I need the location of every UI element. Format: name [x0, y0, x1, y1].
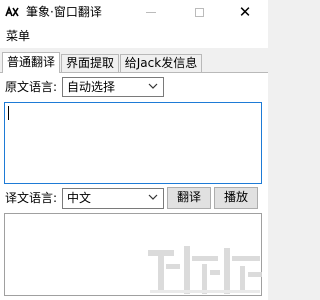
menu-bar: 菜单	[0, 24, 268, 48]
tab-message-jack[interactable]: 给Jack发信息	[120, 54, 202, 73]
target-language-label: 译文语言:	[5, 191, 58, 205]
chevron-down-icon	[148, 83, 158, 89]
source-text-input[interactable]	[4, 102, 262, 184]
watermark-logo-icon	[148, 246, 262, 294]
title-bar[interactable]: 筆象·窗口翻译 ✕	[0, 0, 268, 24]
target-language-select[interactable]: 中文	[62, 188, 164, 209]
close-button[interactable]: ✕	[222, 0, 268, 24]
maximize-icon	[194, 7, 204, 17]
maximize-button[interactable]	[176, 0, 222, 24]
source-language-value: 自动选择	[67, 80, 116, 94]
text-caret	[8, 106, 9, 120]
tab-normal-translate[interactable]: 普通翻译	[2, 52, 60, 73]
app-logo-icon	[5, 5, 19, 19]
source-language-select[interactable]: 自动选择	[62, 77, 164, 97]
close-icon: ✕	[238, 2, 252, 21]
target-language-value: 中文	[67, 191, 92, 205]
source-language-label: 原文语言:	[5, 80, 58, 94]
play-button[interactable]: 播放	[214, 187, 258, 209]
menu-item-menu[interactable]: 菜单	[6, 28, 30, 44]
tab-strip: 普通翻译 界面提取 给Jack发信息	[0, 48, 268, 73]
minimize-button[interactable]	[128, 0, 174, 24]
window-title: 筆象·窗口翻译	[26, 5, 102, 19]
tab-ui-extract[interactable]: 界面提取	[61, 54, 119, 73]
chevron-down-icon	[148, 194, 158, 200]
minimize-icon	[146, 11, 156, 13]
translate-button[interactable]: 翻译	[167, 187, 211, 209]
